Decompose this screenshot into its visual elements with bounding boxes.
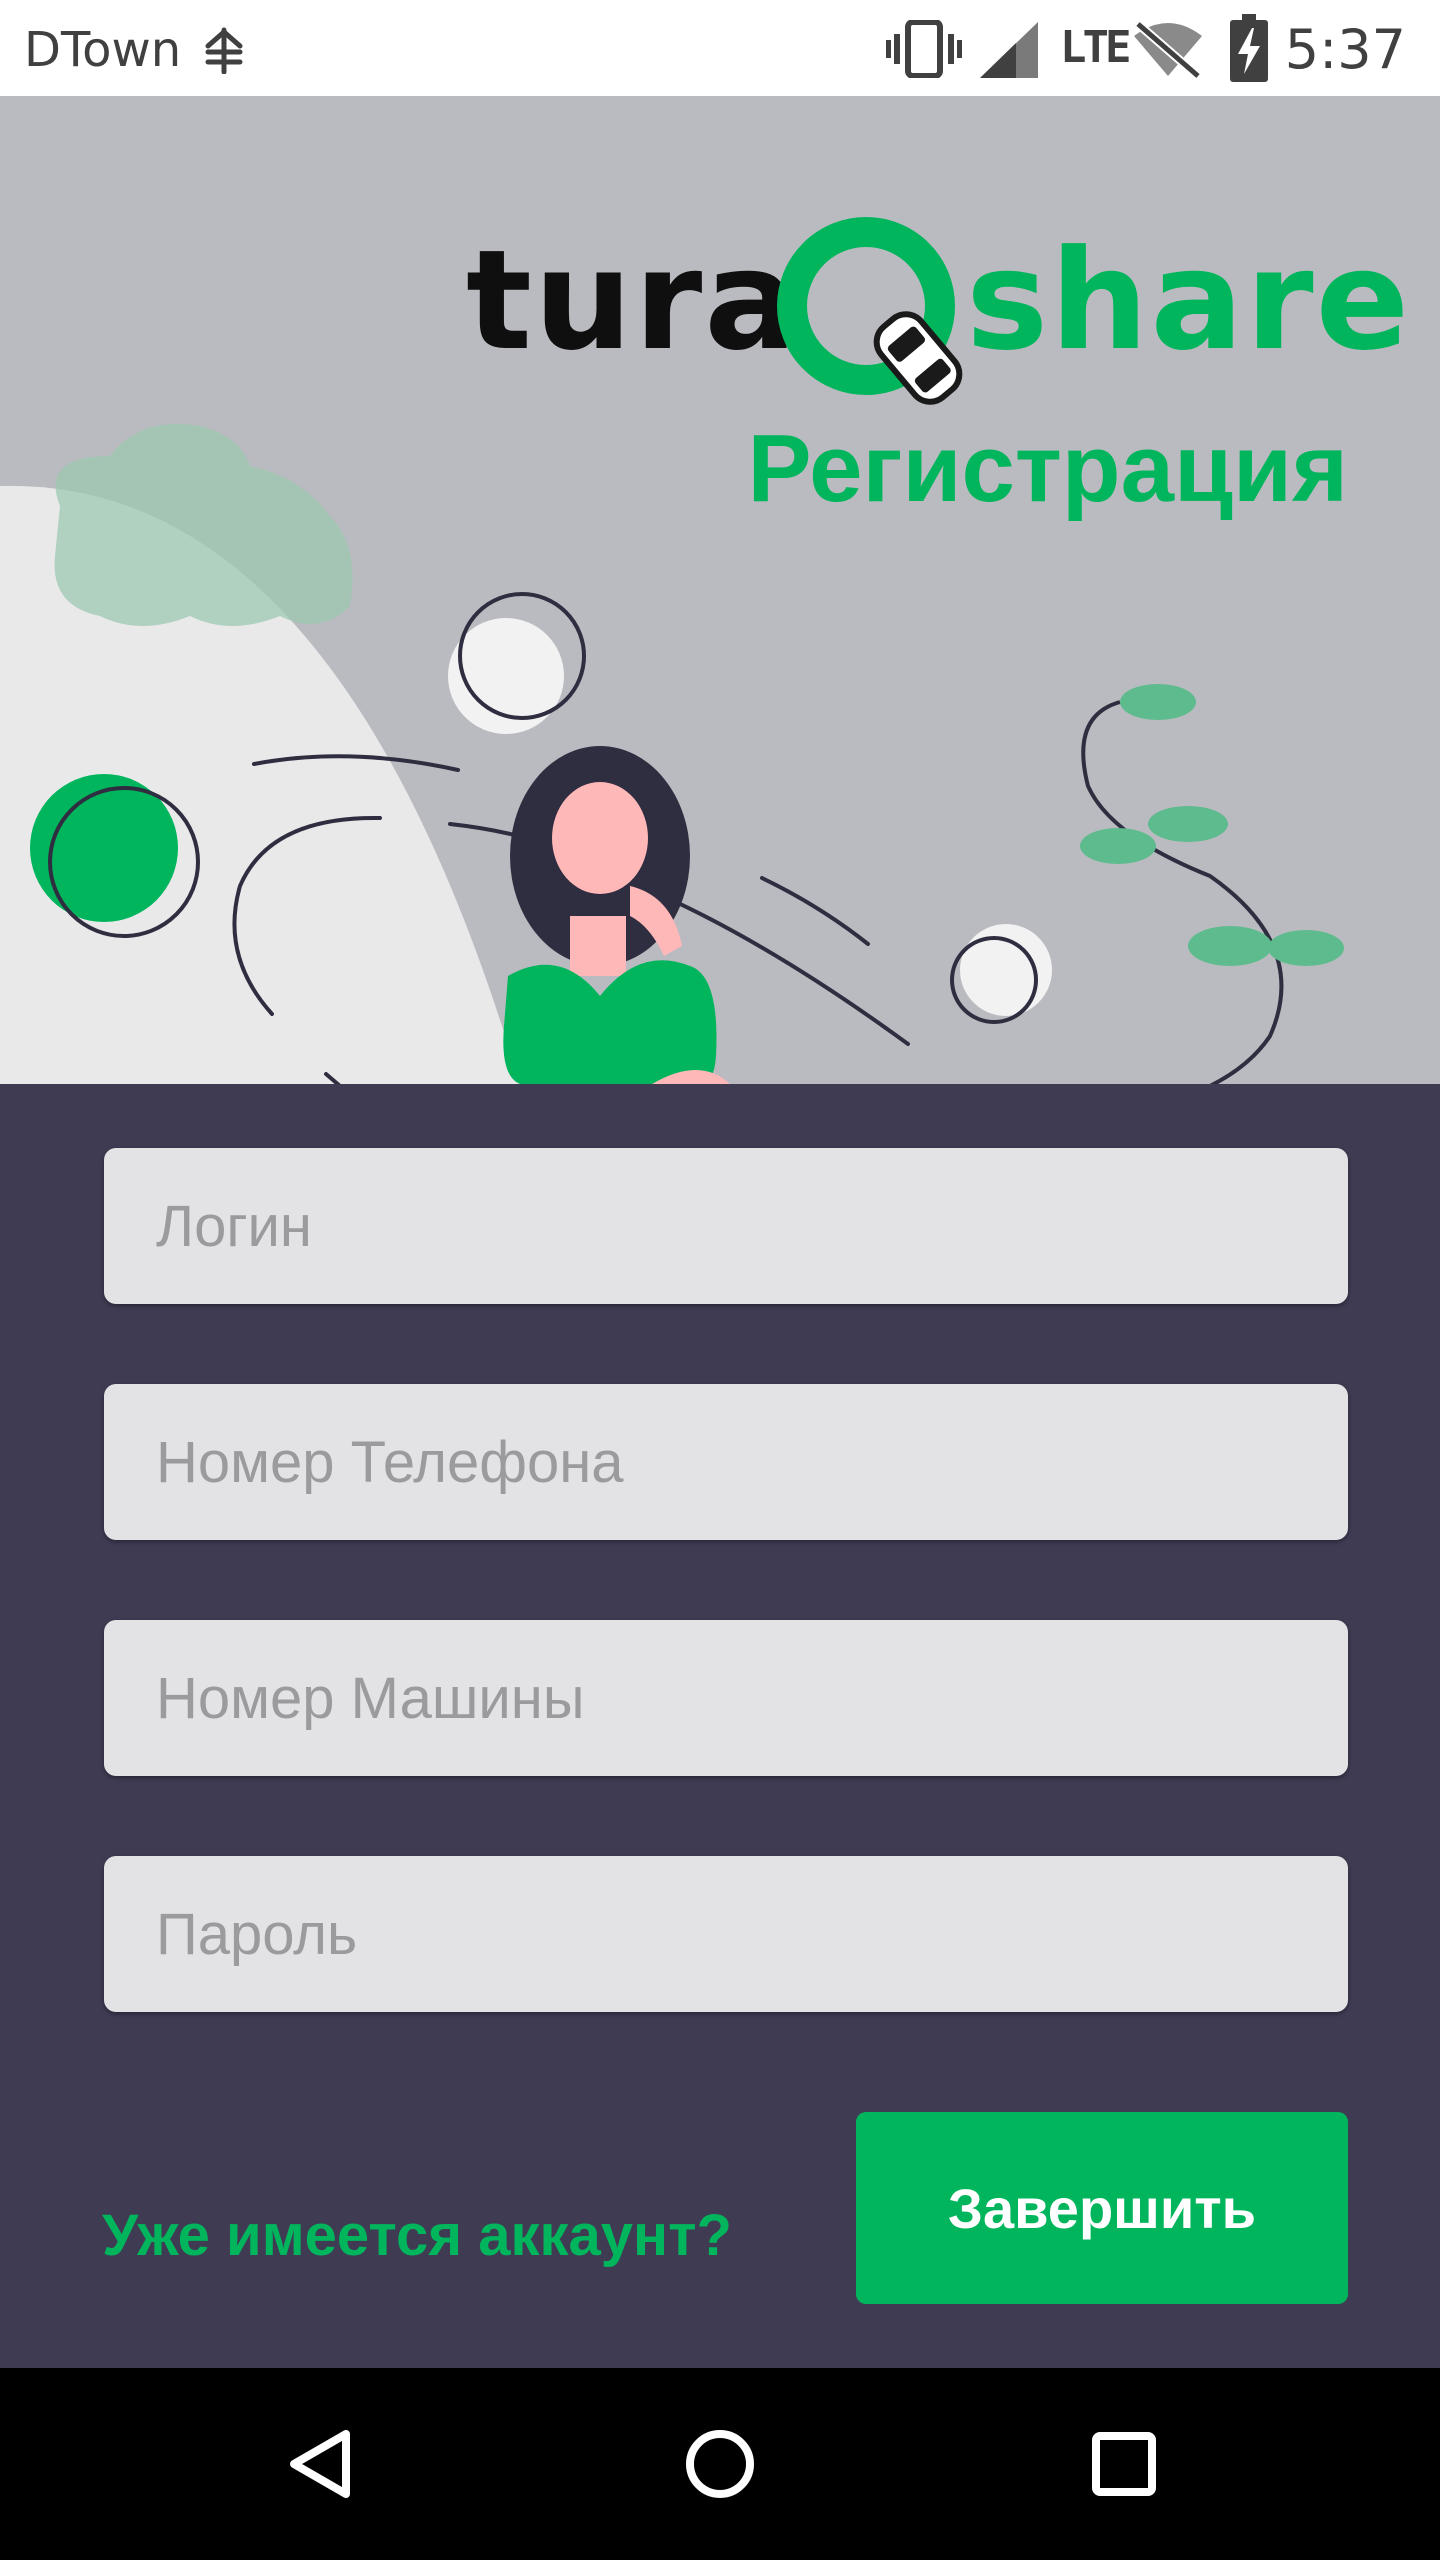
network-tree-icon [205,27,243,74]
battery-charging-icon [1230,14,1268,82]
back-button[interactable] [200,2368,440,2560]
lte-icon: LTE [1060,22,1132,73]
signal-icon [980,22,1038,78]
system-nav-bar [0,2368,1440,2560]
recents-button[interactable] [1004,2368,1244,2560]
vine-plant [1080,684,1344,1084]
recents-icon [1092,2432,1156,2496]
vibrate-icon [886,20,962,78]
brand-logo: tura share [466,216,1409,416]
page-title: Регистрация [747,415,1348,522]
logo-text-tura: tura [466,220,800,381]
hero-banner: tura share Регистрация [0,96,1440,1084]
back-icon [290,2430,350,2498]
carrier-name: DTown [24,22,182,78]
logo-text-share: share [966,220,1412,381]
password-input[interactable] [104,1856,1348,2012]
home-button[interactable] [600,2368,840,2560]
registration-form: Уже имеется аккаунт? Завершить [0,1084,1440,2368]
login-input[interactable] [104,1148,1348,1304]
car-pin-logo-icon [777,217,963,405]
bush-shape [54,424,353,626]
home-icon [686,2430,754,2498]
car-number-input[interactable] [104,1620,1348,1776]
clock: 5:37 [1284,18,1406,81]
woman-figure [503,746,730,1084]
have-account-link[interactable]: Уже имеется аккаунт? [102,2196,732,2276]
status-bar: DTown LTE 5:37 [0,0,1440,96]
phone-input[interactable] [104,1384,1348,1540]
wifi-off-icon [1134,20,1202,78]
finish-button[interactable]: Завершить [856,2112,1348,2304]
